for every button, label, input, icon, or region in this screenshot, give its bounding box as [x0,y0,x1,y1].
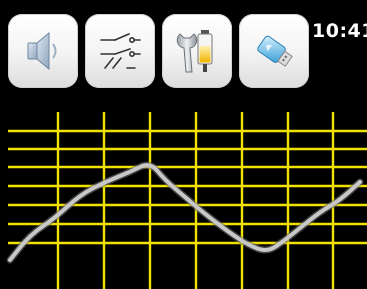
audio-button[interactable] [8,14,78,88]
switch-diagram-icon [100,33,141,69]
device-screen: 10:41 [0,0,367,289]
usb-drive-icon [257,35,293,67]
usb-button[interactable] [239,14,309,88]
waveform-display [0,100,367,289]
toolbar [8,14,309,88]
settings-button[interactable] [162,14,232,88]
waveform-trace [8,163,362,262]
waveform-svg [6,112,367,289]
circuit-button[interactable] [85,14,155,88]
speaker-icon [27,31,57,71]
wrench-battery-icon [176,30,213,73]
clock: 10:41 [312,20,367,42]
